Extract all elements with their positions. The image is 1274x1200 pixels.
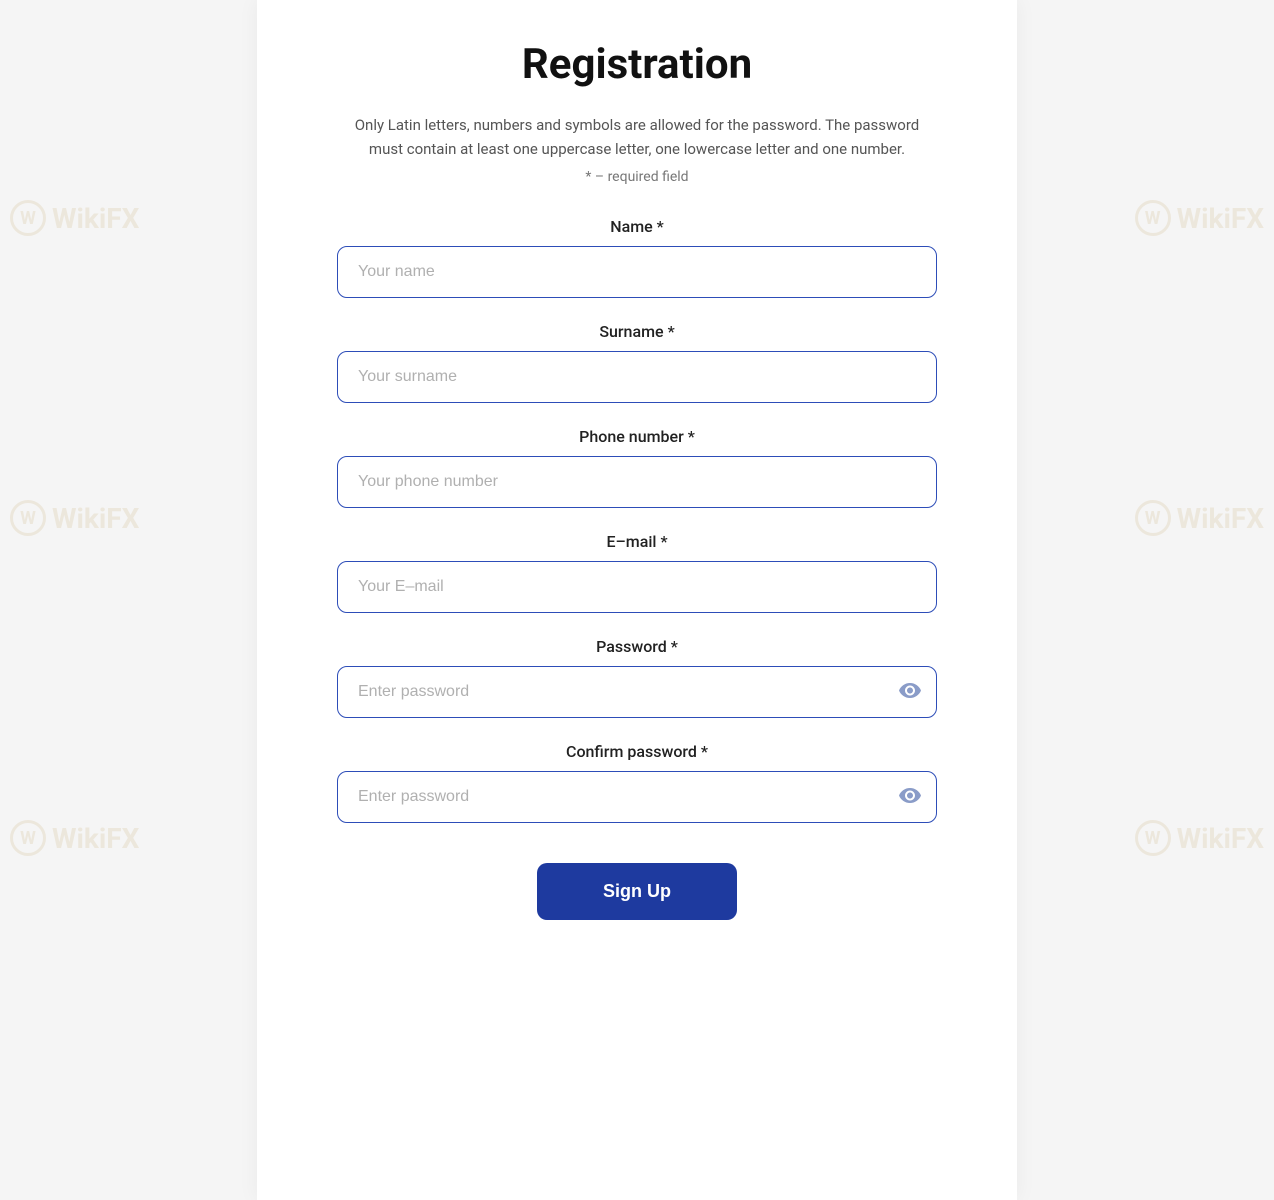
- description-text: Only Latin letters, numbers and symbols …: [337, 113, 937, 161]
- input-wrapper-name: [337, 246, 937, 298]
- input-wrapper-phone: [337, 456, 937, 508]
- input-wrapper-password: [337, 666, 937, 718]
- label-confirm-password: Confirm password *: [337, 742, 937, 761]
- input-wrapper-surname: [337, 351, 937, 403]
- content-panel: Registration Only Latin letters, numbers…: [257, 0, 1017, 1200]
- page-wrapper: W WikiFX W WikiFX W WikiFX W WikiFX W Wi…: [0, 0, 1274, 1200]
- label-password: Password *: [337, 637, 937, 656]
- label-surname: Surname *: [337, 322, 937, 341]
- label-email: E–mail *: [337, 532, 937, 551]
- form-group-email: E–mail *: [337, 532, 937, 613]
- page-title: Registration: [337, 40, 937, 89]
- password-input[interactable]: [337, 666, 937, 718]
- surname-input[interactable]: [337, 351, 937, 403]
- label-name: Name *: [337, 217, 937, 236]
- watermark-right-2: W WikiFX: [1135, 500, 1264, 536]
- watermark-right-1: W WikiFX: [1135, 200, 1264, 236]
- name-input[interactable]: [337, 246, 937, 298]
- input-wrapper-email: [337, 561, 937, 613]
- confirm-password-eye-icon[interactable]: [899, 785, 921, 809]
- form-group-password: Password *: [337, 637, 937, 718]
- form-group-confirm-password: Confirm password *: [337, 742, 937, 823]
- watermark-right-3: W WikiFX: [1135, 820, 1264, 856]
- watermark-left-3: W WikiFX: [10, 820, 139, 856]
- password-eye-icon[interactable]: [899, 680, 921, 704]
- form-group-name: Name *: [337, 217, 937, 298]
- label-phone: Phone number *: [337, 427, 937, 446]
- email-input[interactable]: [337, 561, 937, 613]
- form-group-phone: Phone number *: [337, 427, 937, 508]
- registration-form: Name * Surname * Phone number *: [337, 217, 937, 920]
- required-note: * – required field: [337, 169, 937, 185]
- input-wrapper-confirm-password: [337, 771, 937, 823]
- form-group-surname: Surname *: [337, 322, 937, 403]
- watermark-left-2: W WikiFX: [10, 500, 139, 536]
- watermark-left-1: W WikiFX: [10, 200, 139, 236]
- phone-input[interactable]: [337, 456, 937, 508]
- confirm-password-input[interactable]: [337, 771, 937, 823]
- signup-button[interactable]: Sign Up: [537, 863, 737, 920]
